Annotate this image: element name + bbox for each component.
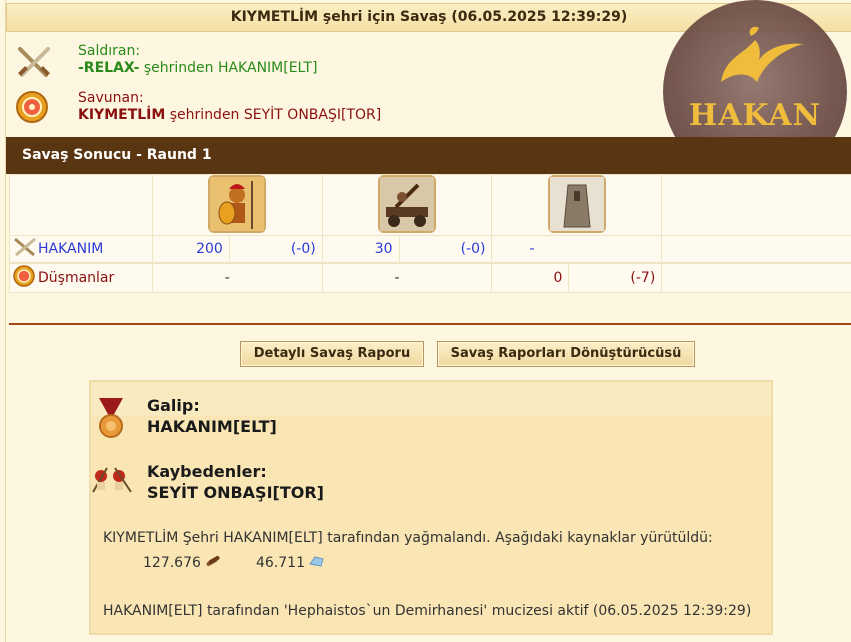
catapult-unit-icon: [378, 175, 437, 233]
winner-label: Galip:: [147, 396, 200, 415]
attacker-count-2: 30: [321, 235, 400, 263]
battle-report-panel: KIYMETLİM şehri için Savaş (06.05.2025 1…: [5, 0, 851, 642]
attacker-from-text: şehrinden: [139, 60, 218, 76]
defender-from-text: şehrinden: [165, 107, 244, 123]
shield-icon: [12, 264, 38, 292]
marble-amount: 46.711: [256, 555, 305, 571]
empty-cell: [661, 174, 851, 236]
defender-player[interactable]: SEYİT ONBAŞI[TOR]: [244, 107, 381, 123]
units-table: HAKANIM 200 (-0) 30 (-0) - Düşmanlar - -…: [9, 174, 851, 293]
winner-name[interactable]: HAKANIM[ELT]: [147, 417, 277, 436]
defender-info: Savunan: KIYMETLİM şehrinden SEYİT ONBAŞ…: [14, 90, 434, 130]
attacker-loss-1: (-0): [228, 235, 323, 263]
resource-wood: 127.676: [143, 554, 221, 572]
attacker-city: -RELAX-: [78, 60, 140, 76]
divider: [9, 323, 851, 325]
wood-amount: 127.676: [143, 555, 201, 571]
attacker-count-3: -: [491, 235, 663, 263]
attacker-player[interactable]: HAKANIM[ELT]: [218, 60, 318, 76]
attacker-row-label: HAKANIM: [9, 235, 153, 263]
report-converter-button[interactable]: Savaş Raporları Dönüştürücüsü: [437, 341, 695, 367]
losers-name[interactable]: SEYİT ONBAŞI[TOR]: [147, 483, 324, 502]
defeated-soldiers-icon: [91, 464, 133, 498]
attacker-loss-2: (-0): [398, 235, 493, 263]
defender-loss-3: (-7): [568, 263, 663, 293]
plunder-text: KIYMETLİM Şehri HAKANIM[ELT] tarafından …: [103, 530, 713, 546]
losers-label: Kaybedenler:: [147, 462, 267, 481]
defender-row-label: Düşmanlar: [9, 263, 153, 293]
city-wall-unit-icon: [547, 175, 606, 233]
medal-icon: [97, 396, 125, 444]
attacker-origin: -RELAX- şehrinden HAKANIM[ELT]: [78, 60, 317, 76]
battle-result-header: Savaş Sonucu - Raund 1: [6, 137, 851, 174]
empty-cell: [661, 263, 851, 293]
empty-cell: [9, 174, 153, 236]
defender-count-1: -: [151, 263, 323, 293]
attacker-count-1: 200: [151, 235, 230, 263]
defender-origin: KIYMETLİM şehrinden SEYİT ONBAŞI[TOR]: [78, 107, 381, 123]
hoplite-unit-icon: [208, 175, 267, 233]
shield-icon: [14, 90, 54, 130]
empty-cell: [661, 235, 851, 263]
battle-summary-box: Galip: HAKANIM[ELT] Kaybedenler: SEYİT O…: [89, 380, 773, 635]
defender-count-3: 0: [491, 263, 570, 293]
defender-unit-row: Düşmanlar - - 0 (-7): [9, 263, 851, 293]
attacker-info: Saldıran: -RELAX- şehrinden HAKANIM[ELT]: [14, 43, 434, 83]
defender-city: KIYMETLİM: [78, 107, 166, 123]
defender-row-name: Düşmanlar: [38, 270, 115, 286]
wonder-text: HAKANIM[ELT] tarafından 'Hephaistos`un D…: [103, 603, 752, 619]
crossed-swords-icon: [12, 236, 38, 262]
wood-icon: [205, 554, 221, 572]
attacker-row-name[interactable]: HAKANIM: [38, 241, 103, 257]
defender-label: Savunan:: [78, 90, 144, 106]
crossed-swords-icon: [14, 43, 54, 83]
attacker-label: Saldıran:: [78, 43, 141, 59]
defender-count-2: -: [321, 263, 493, 293]
resource-marble: 46.711: [256, 554, 325, 572]
logo-text: HAKAN: [688, 98, 822, 133]
detailed-report-button[interactable]: Detaylı Savaş Raporu: [240, 341, 424, 367]
marble-icon: [309, 554, 325, 572]
attacker-unit-row: HAKANIM 200 (-0) 30 (-0) -: [9, 235, 851, 263]
unit-image-row: [9, 174, 851, 236]
